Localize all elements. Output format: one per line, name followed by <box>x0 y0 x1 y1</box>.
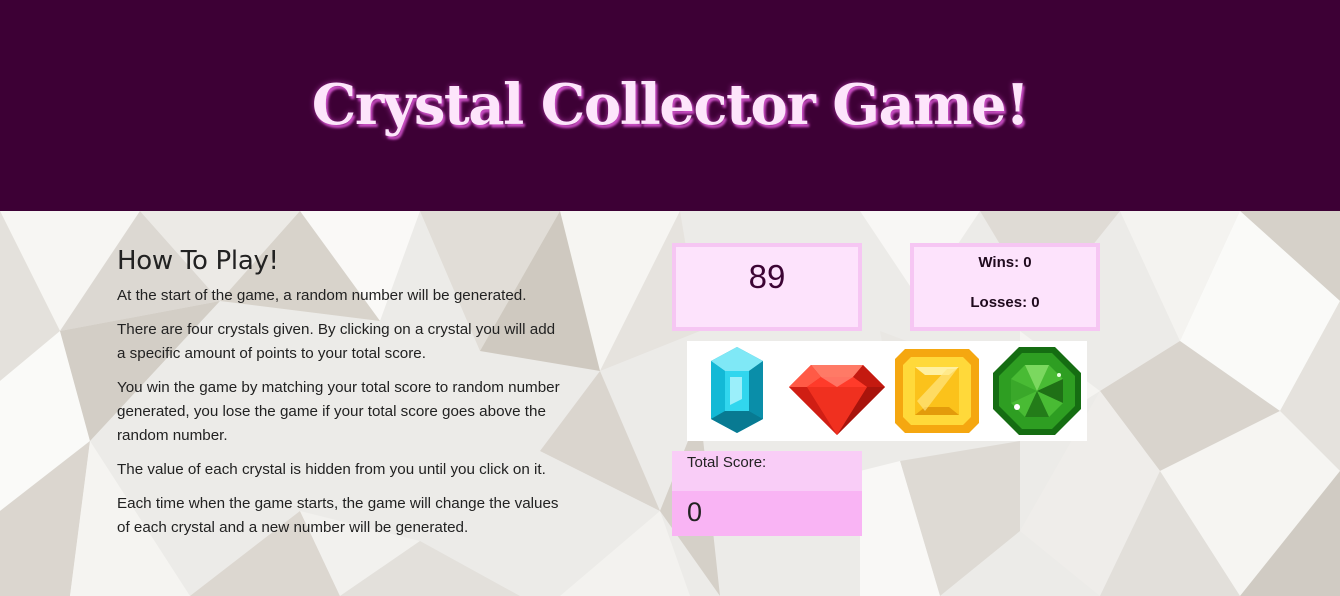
header: Crystal Collector Game! <box>0 0 1340 211</box>
instruction-paragraph: At the start of the game, a random numbe… <box>117 287 527 304</box>
instruction-paragraph: You win the game by matching your total … <box>117 379 560 444</box>
yellow-crystal-icon[interactable] <box>887 341 987 441</box>
total-score-box: Total Score: 0 <box>672 451 862 536</box>
total-score-label: Total Score: <box>672 451 862 491</box>
wins-count: Wins: 0 <box>978 254 1032 271</box>
how-to-play-section: How To Play! At the start of the game, a… <box>117 246 562 550</box>
total-score-value: 0 <box>672 491 862 536</box>
green-crystal-icon[interactable] <box>987 341 1087 441</box>
random-number: 89 <box>748 258 786 295</box>
random-number-box: 89 <box>672 243 862 331</box>
crystals-panel <box>687 341 1087 441</box>
page-title: Crystal Collector Game! <box>311 72 1030 138</box>
losses-count: Losses: 0 <box>970 294 1040 311</box>
blue-crystal-icon[interactable] <box>687 341 787 441</box>
instruction-paragraph: The value of each crystal is hidden from… <box>117 461 546 478</box>
win-loss-box: Wins: 0 Losses: 0 <box>910 243 1100 331</box>
instruction-paragraph: There are four crystals given. By clicki… <box>117 321 556 362</box>
how-to-play-heading: How To Play! <box>117 246 279 276</box>
red-crystal-icon[interactable] <box>787 341 887 441</box>
instruction-paragraph: Each time when the game starts, the game… <box>117 495 559 536</box>
